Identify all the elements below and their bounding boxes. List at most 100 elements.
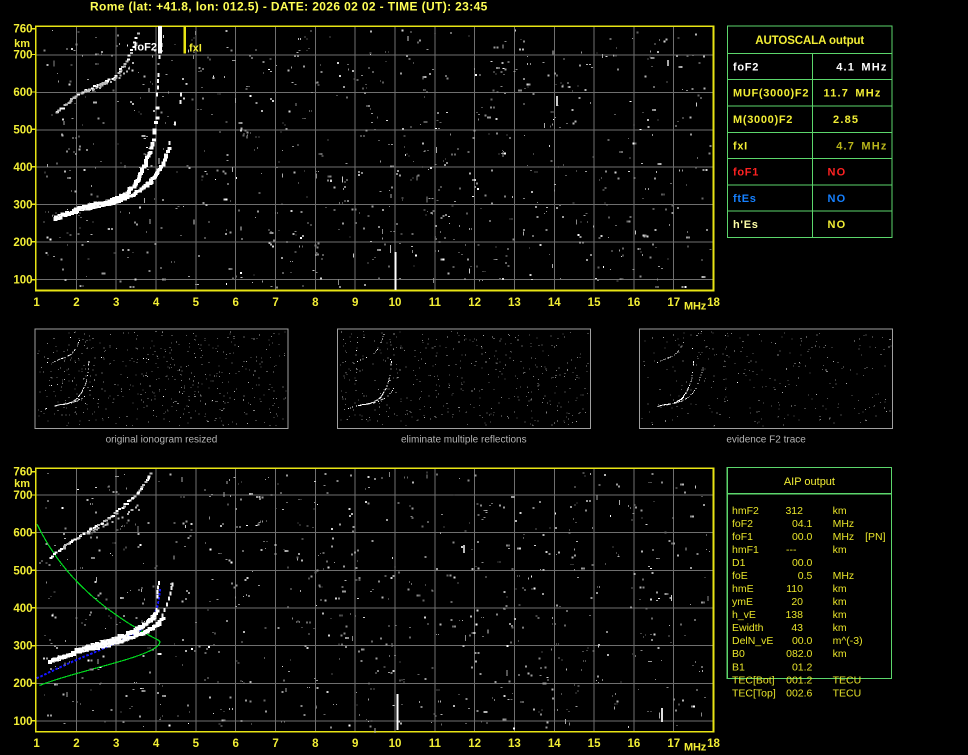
svg-text:5: 5 [193, 297, 200, 309]
svg-text:600: 600 [13, 528, 32, 540]
svg-text:---: --- [786, 544, 797, 556]
svg-text:100: 100 [13, 716, 32, 728]
svg-text:18: 18 [707, 297, 720, 309]
svg-text:TECU: TECU [833, 687, 862, 699]
svg-text:18: 18 [707, 738, 720, 750]
svg-text:7: 7 [272, 297, 278, 309]
svg-text:MHz: MHz [833, 531, 855, 543]
svg-text:D1: D1 [732, 557, 746, 569]
svg-text:AIP output: AIP output [784, 476, 835, 488]
svg-text:8: 8 [312, 738, 319, 750]
svg-text:km: km [833, 505, 847, 517]
svg-text:16: 16 [628, 297, 641, 309]
svg-text:TEC[Bot]: TEC[Bot] [732, 674, 775, 686]
svg-text:foF1: foF1 [732, 531, 753, 543]
svg-text:fxI: fxI [189, 43, 202, 55]
svg-text:16: 16 [628, 738, 641, 750]
svg-text:500: 500 [13, 124, 32, 136]
svg-text:760: 760 [13, 24, 32, 36]
svg-text:14: 14 [548, 738, 561, 750]
svg-text:foF2: foF2 [732, 518, 753, 530]
svg-text:MHz: MHz [833, 518, 855, 530]
svg-text:1: 1 [33, 297, 40, 309]
svg-text:500: 500 [13, 565, 32, 577]
svg-text:M(3000)F2: M(3000)F2 [733, 114, 793, 126]
svg-text:3: 3 [113, 738, 119, 750]
svg-text:eliminate multiple reflections: eliminate multiple reflections [401, 435, 527, 446]
svg-text:14: 14 [548, 297, 561, 309]
svg-text:43: 43 [791, 622, 803, 634]
svg-text:MUF(3000)F2: MUF(3000)F2 [733, 88, 809, 100]
svg-text:4: 4 [153, 738, 160, 750]
svg-text:h_vE: h_vE [732, 609, 756, 621]
svg-text:600: 600 [13, 87, 32, 99]
svg-text:400: 400 [13, 162, 32, 174]
svg-text:km: km [14, 38, 30, 50]
svg-text:110: 110 [786, 583, 803, 595]
svg-text:13: 13 [508, 297, 521, 309]
svg-text:B0: B0 [732, 648, 745, 660]
svg-text:Ewidth: Ewidth [732, 622, 764, 634]
svg-text:100: 100 [13, 275, 32, 287]
svg-text:400: 400 [13, 603, 32, 615]
svg-text:km: km [833, 544, 847, 556]
svg-text:foF2: foF2 [733, 62, 759, 74]
svg-text:ymE: ymE [732, 596, 753, 608]
svg-text:5: 5 [193, 738, 200, 750]
svg-text:0.5: 0.5 [798, 570, 813, 582]
svg-text:15: 15 [588, 738, 601, 750]
svg-text:00.0: 00.0 [792, 635, 813, 647]
svg-text:B1: B1 [732, 661, 745, 673]
svg-text:1: 1 [33, 738, 40, 750]
svg-text:h'Es: h'Es [733, 219, 759, 231]
svg-text:NO: NO [828, 219, 847, 231]
svg-text:2: 2 [73, 738, 79, 750]
svg-text:AUTOSCALA output: AUTOSCALA output [755, 35, 864, 47]
svg-text:12: 12 [468, 738, 481, 750]
svg-text:MHz: MHz [684, 742, 707, 754]
svg-text:20: 20 [791, 596, 803, 608]
svg-text:km: km [833, 622, 847, 634]
svg-text:evidence F2 trace: evidence F2 trace [726, 435, 806, 446]
svg-text:10: 10 [389, 738, 402, 750]
svg-text:082.0: 082.0 [786, 648, 812, 660]
svg-text:km: km [14, 478, 30, 490]
svg-text:Rome (lat: +41.8, lon: 012.5): Rome (lat: +41.8, lon: 012.5) - DATE: 20… [90, 0, 488, 14]
svg-text:6: 6 [232, 738, 238, 750]
svg-text:002.6: 002.6 [786, 687, 812, 699]
svg-text:[PN]: [PN] [865, 531, 886, 543]
svg-text:fxI: fxI [733, 140, 748, 152]
svg-text:hmF1: hmF1 [732, 544, 759, 556]
svg-text:11: 11 [429, 738, 442, 750]
svg-text:138: 138 [785, 609, 803, 621]
svg-text:DelN_vE: DelN_vE [732, 635, 773, 647]
svg-text:15: 15 [588, 297, 601, 309]
svg-text:200: 200 [13, 237, 32, 249]
svg-text:MHz: MHz [684, 301, 707, 313]
svg-text:11.7 MHz: 11.7 MHz [824, 88, 882, 100]
svg-text:700: 700 [13, 50, 32, 62]
svg-text:00.0: 00.0 [792, 531, 813, 543]
svg-text:km: km [833, 609, 847, 621]
svg-text:km: km [833, 583, 847, 595]
svg-text:8: 8 [312, 297, 319, 309]
svg-text:km: km [833, 596, 847, 608]
svg-text:700: 700 [13, 490, 32, 502]
svg-text:3: 3 [113, 297, 119, 309]
svg-text:00.0: 00.0 [792, 557, 813, 569]
svg-text:4.7 MHz: 4.7 MHz [836, 140, 887, 152]
svg-text:original ionogram resized: original ionogram resized [106, 435, 218, 446]
svg-text:10: 10 [389, 297, 402, 309]
svg-text:2.85: 2.85 [833, 114, 859, 126]
svg-text:hmE: hmE [732, 583, 754, 595]
svg-text:17: 17 [667, 738, 680, 750]
svg-text:13: 13 [508, 738, 521, 750]
svg-text:2: 2 [73, 297, 79, 309]
svg-text:300: 300 [13, 199, 32, 211]
svg-text:MHz: MHz [833, 570, 855, 582]
svg-text:200: 200 [13, 678, 32, 690]
svg-text:TEC[Top]: TEC[Top] [732, 687, 776, 699]
svg-text:312: 312 [785, 505, 803, 517]
svg-text:TECU: TECU [833, 674, 862, 686]
svg-text:4: 4 [153, 297, 160, 309]
